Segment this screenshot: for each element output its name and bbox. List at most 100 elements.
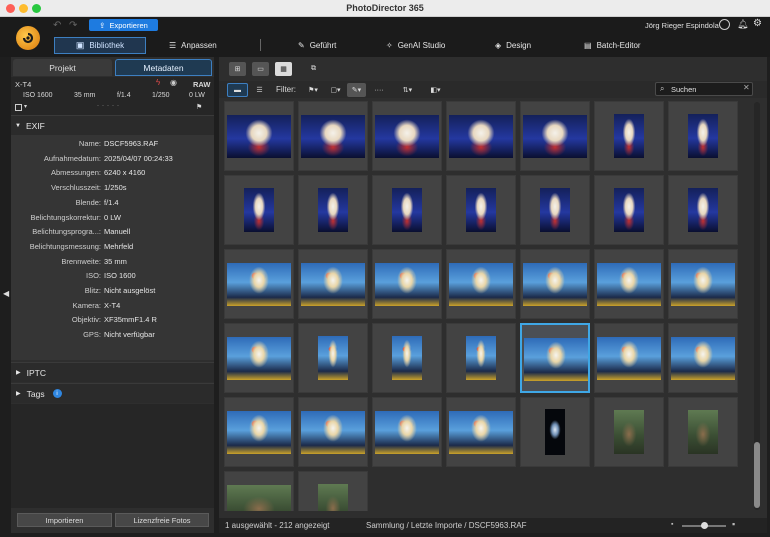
mode-bibliothek[interactable]: ▣ Bibliothek [54,37,146,54]
clear-search-icon[interactable]: ✕ [743,83,750,92]
chevron-down-icon[interactable]: ▾ [24,103,27,110]
mode-gefuehrt[interactable]: ✎ Geführt [298,37,336,54]
list-view-icon[interactable]: ☰ [251,83,268,97]
photo-cell[interactable] [372,175,442,245]
camera-ev: 0 LW [189,92,205,99]
photo-cell[interactable] [298,471,368,511]
stack-icon[interactable]: ◧▾ [427,83,444,97]
photo-cell[interactable] [594,249,664,319]
photo-cell[interactable] [372,397,442,467]
flag-icon[interactable]: ⚑ [196,103,202,111]
photo-cell[interactable] [446,249,516,319]
photo-cell[interactable] [224,397,294,467]
camera-info: X-T4 ϟ ◉ RAW ISO 1600 35 mm f/1.4 1/250 … [11,77,214,115]
photo-cell[interactable] [668,249,738,319]
search-placeholder: Suchen [671,85,697,94]
photo-cell[interactable] [446,397,516,467]
photo-cell[interactable] [668,175,738,245]
zoom-slider-knob[interactable] [700,522,708,529]
iptc-title: IPTC [26,367,46,378]
exif-value: 35 mm [104,256,127,266]
rating-stars[interactable]: ····· [97,103,122,109]
search-input[interactable]: ⌕ Suchen ✕ [655,82,753,96]
tab-projekt[interactable]: Projekt [13,59,112,76]
photo-cell[interactable] [224,175,294,245]
exif-value: Mehrfeld [104,241,134,251]
photo-cell[interactable] [520,397,590,467]
photo-cell[interactable] [224,249,294,319]
view-mode-single-icon[interactable]: ▭ [252,62,269,76]
photo-cell[interactable] [224,471,294,511]
photo-cell[interactable] [520,249,590,319]
photo-thumbnail [466,188,496,232]
iptc-section-header[interactable]: ▶ IPTC [11,362,214,382]
photo-cell[interactable] [668,101,738,171]
mode-label: Batch-Editor [596,41,641,50]
undo-icon[interactable]: ↶ [53,20,61,31]
zoom-slider[interactable] [682,522,726,529]
rating-filter-icon[interactable]: ···· [369,83,389,97]
settings-gear-icon[interactable]: ⚙ [753,18,762,29]
photo-cell[interactable] [224,101,294,171]
photo-cell[interactable] [594,101,664,171]
photo-cell[interactable] [520,175,590,245]
photo-cell[interactable] [594,397,664,467]
account-icon[interactable] [719,19,730,30]
compare-view-icon[interactable]: ⧉ [305,62,322,76]
import-button[interactable]: Importieren [17,513,112,527]
export-button[interactable]: ⇪ Exportieren [89,19,158,31]
photo-cell[interactable] [224,323,294,393]
flag-filter-icon[interactable]: ⚑▾ [302,83,324,97]
photo-cell[interactable] [372,249,442,319]
info-icon[interactable]: i [52,389,62,398]
photo-cell[interactable] [298,323,368,393]
stock-photos-button[interactable]: Lizenzfreie Fotos [115,513,209,527]
photo-cell[interactable] [298,249,368,319]
grid-scrollbar[interactable] [754,102,760,510]
thumb-size-large-icon[interactable]: ▬ [227,83,248,97]
collapse-left-panel-icon[interactable]: ◀ [3,289,9,298]
sort-icon[interactable]: ⇅▾ [397,83,418,97]
exif-row: Name: DSCF5963.RAF [11,139,214,153]
photo-thumbnail [301,410,365,454]
library-icon: ▣ [75,40,85,50]
mode-batch-editor[interactable]: ▤ Batch-Editor [584,37,641,54]
photo-cell[interactable] [298,101,368,171]
mode-design[interactable]: ◈ Design [495,37,531,54]
photo-cell[interactable] [446,323,516,393]
view-mode-grid-icon[interactable]: ⊞ [229,62,246,76]
photo-cell[interactable] [668,397,738,467]
edit-filter-icon[interactable]: ✎▾ [347,83,366,97]
photo-thumbnail [227,484,291,511]
photo-cell[interactable] [446,101,516,171]
photo-cell[interactable] [668,323,738,393]
small-thumb-icon[interactable]: ▪ [671,521,673,528]
metering-icon: ◉ [170,78,177,87]
exif-key: Abmessungen: [50,168,101,178]
photo-cell[interactable] [298,397,368,467]
tab-metadaten[interactable]: Metadaten [115,59,212,76]
photo-cell[interactable] [594,323,664,393]
photo-cell[interactable] [446,175,516,245]
pick-checkbox[interactable] [15,104,22,111]
photo-thumbnail [318,336,348,380]
batch-icon: ▤ [584,41,592,50]
photo-cell[interactable] [520,101,590,171]
photo-cell[interactable] [594,175,664,245]
view-mode-thumbs-icon[interactable]: ▦ [275,62,292,76]
redo-icon[interactable]: ↷ [69,20,77,31]
notification-bell-icon[interactable]: 🔔︎ [737,19,748,30]
exif-section-header[interactable]: ▼ EXIF [11,115,214,135]
photo-thumbnail [449,262,513,306]
mode-anpassen[interactable]: ☰ Anpassen [169,37,217,54]
photo-cell[interactable] [372,101,442,171]
photo-cell[interactable] [372,323,442,393]
color-filter-icon[interactable]: ▢▾ [326,83,345,97]
scrollbar-thumb[interactable] [754,442,760,508]
large-thumb-icon[interactable]: ▪ [732,519,735,529]
photo-cell[interactable] [298,175,368,245]
photo-cell-selected[interactable] [520,323,590,393]
upload-icon: ⇪ [99,20,106,30]
mode-genai-studio[interactable]: ✧ GenAI Studio [386,37,445,54]
tags-section-header[interactable]: ▶ Tags i [11,383,214,403]
